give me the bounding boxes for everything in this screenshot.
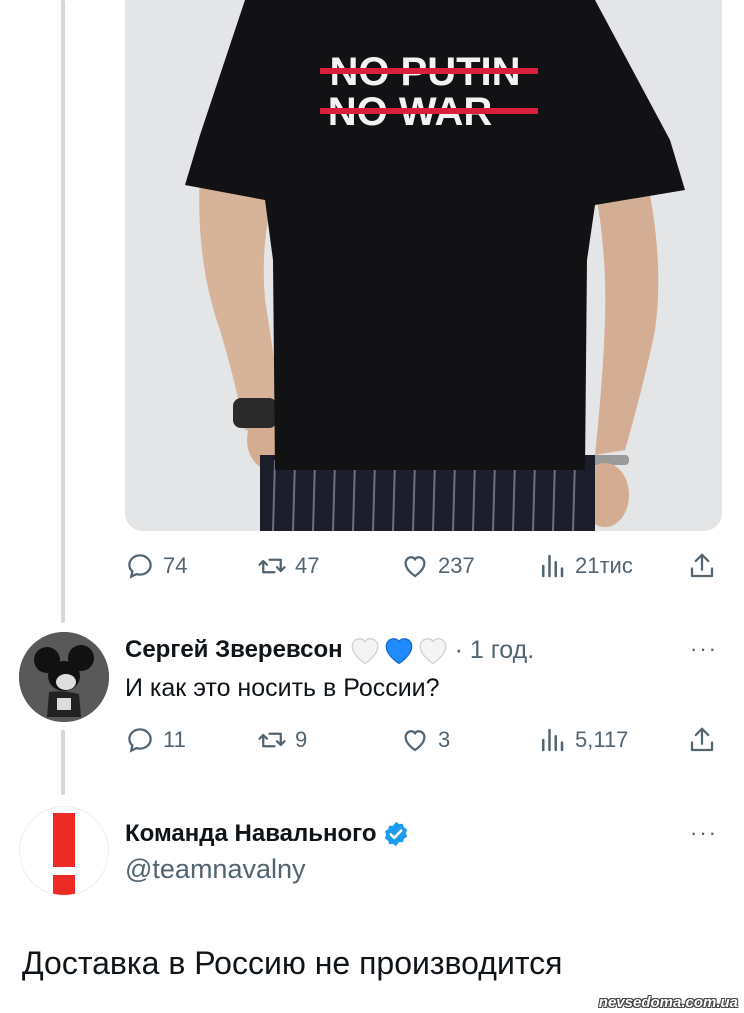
reply-like-count: 3	[438, 727, 451, 752]
reply-share-button[interactable]	[687, 720, 725, 760]
thread-line-middle	[61, 730, 65, 795]
tweet-photo[interactable]: NO PUTIN NO WAR	[125, 0, 722, 531]
mickey-avatar-icon	[19, 632, 109, 722]
share-icon	[690, 727, 714, 752]
retweet-icon	[258, 558, 286, 574]
thread-line-top	[61, 0, 65, 623]
reply-views-button[interactable]: 5,117	[537, 720, 628, 760]
team-tweet-text: Доставка в Россию не производится	[22, 945, 563, 981]
share-icon	[690, 553, 714, 578]
views-count: 21тис	[575, 553, 633, 578]
team-author-name[interactable]: Команда Навального	[125, 820, 376, 848]
views-chart-icon	[542, 554, 564, 578]
team-more-button[interactable]: ···	[690, 820, 718, 846]
reply-views-count: 5,117	[575, 727, 629, 752]
reply-retweet-button[interactable]: 9	[257, 720, 307, 760]
tshirt-photo-illustration: NO PUTIN NO WAR	[125, 0, 722, 531]
reply-icon	[128, 554, 152, 579]
white-heart-icon	[351, 638, 378, 665]
reply-text: И как это носить в России?	[125, 674, 440, 702]
reply-author-name[interactable]: Сергей Зверевсон	[125, 636, 343, 664]
white-heart-icon	[419, 638, 446, 665]
reply-action-bar: 11 9 3 5,117	[125, 720, 725, 760]
views-button[interactable]: 21тис	[537, 546, 633, 586]
watermark: nevsedoma.com.ua	[598, 994, 738, 1011]
reply-header: Сергей Зверевсон · 1 год.	[125, 631, 534, 669]
views-chart-icon	[542, 728, 564, 752]
avatar-teamnavalny[interactable]	[19, 806, 109, 896]
team-handle[interactable]: @teamnavalny	[125, 854, 306, 885]
reply-button[interactable]: 74	[125, 546, 187, 586]
reply-more-button[interactable]: ···	[690, 636, 718, 662]
reply-reply-button[interactable]: 11	[125, 720, 186, 760]
blue-heart-icon	[385, 638, 412, 665]
share-button[interactable]	[687, 546, 725, 586]
retweet-icon	[258, 732, 286, 748]
avatar-sergey[interactable]	[19, 632, 109, 722]
reply-retweet-count: 9	[295, 727, 308, 752]
tweet-action-bar: 74 47 237 21тис	[125, 546, 725, 586]
reply-timestamp[interactable]: · 1 год.	[455, 636, 535, 665]
like-button[interactable]: 237	[400, 546, 475, 586]
retweet-count: 47	[295, 553, 320, 578]
reply-author-emojis	[347, 632, 449, 668]
like-count: 237	[438, 553, 475, 578]
verified-badge-icon	[385, 821, 408, 847]
reply-icon	[128, 728, 152, 753]
heart-icon	[404, 556, 426, 578]
retweet-button[interactable]: 47	[257, 546, 319, 586]
reply-reply-count: 11	[163, 727, 186, 752]
team-header: Команда Навального	[125, 816, 410, 852]
heart-icon	[404, 730, 426, 752]
reply-count: 74	[163, 553, 188, 578]
exclamation-logo-icon	[53, 813, 75, 895]
reply-like-button[interactable]: 3	[400, 720, 450, 760]
